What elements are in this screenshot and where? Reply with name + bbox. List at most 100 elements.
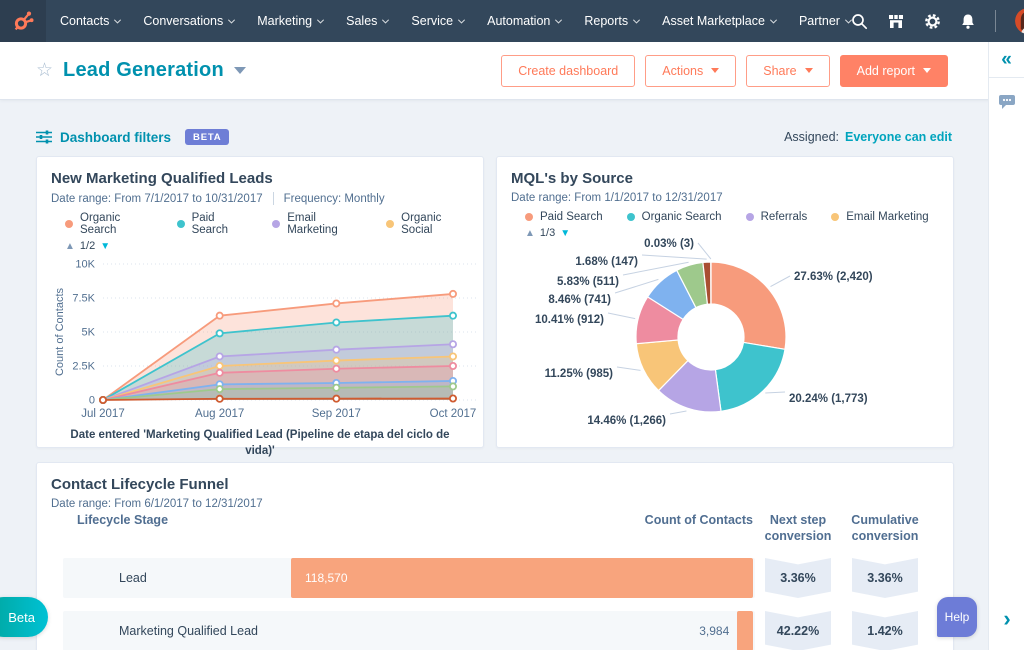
dashboard-filters-toggle[interactable]: Dashboard filters BETA — [36, 129, 230, 145]
column-header-count: Count of Contacts — [644, 513, 753, 527]
legend-item[interactable]: Organic Social — [386, 212, 469, 236]
caret-down-icon — [923, 68, 931, 73]
legend-dot-icon — [272, 220, 281, 228]
caret-down-icon — [711, 68, 720, 73]
nav-item-automation[interactable]: Automation — [487, 14, 563, 28]
slice-data-label: 20.24% (1,773) — [789, 393, 868, 405]
data-point-marker[interactable] — [215, 311, 224, 320]
nav-item-label: Contacts — [60, 14, 110, 28]
settings-gear-icon[interactable] — [924, 13, 941, 30]
data-point-marker[interactable] — [332, 364, 341, 373]
area-chart[interactable]: 0 2.5K 5K 7.5K 10K Jul 2017 Aug 2017 Sep 2017 Oc… — [51, 254, 479, 427]
label-leader-line — [616, 366, 641, 371]
favorite-star-icon[interactable]: ☆ — [36, 61, 53, 80]
funnel-bar[interactable] — [291, 558, 753, 598]
nav-item-sales[interactable]: Sales — [346, 14, 390, 28]
legend-page-indicator: 1/2 — [79, 240, 96, 252]
data-point-marker[interactable] — [215, 352, 224, 361]
data-point-marker[interactable] — [448, 289, 457, 298]
data-point-marker[interactable] — [215, 362, 224, 371]
legend-item[interactable]: Organic Search — [65, 212, 153, 236]
slice-data-label: 8.46% (741) — [548, 294, 611, 306]
next-chevron-icon[interactable]: › — [989, 606, 1024, 632]
legend-page-up-icon[interactable]: ▲ — [65, 241, 75, 252]
data-point-marker[interactable] — [332, 394, 341, 403]
data-point-marker[interactable] — [332, 345, 341, 354]
dashboard-filters-label: Dashboard filters — [60, 129, 172, 145]
data-point-marker[interactable] — [448, 362, 457, 371]
data-point-marker[interactable] — [332, 356, 341, 365]
date-range-label: Date range: From 6/1/2017 to 12/31/2017 — [51, 498, 263, 510]
data-point-marker[interactable] — [448, 382, 457, 391]
label-leader-line — [770, 275, 791, 288]
data-point-marker[interactable] — [215, 394, 224, 403]
caret-down-icon — [804, 68, 813, 73]
label-leader-line — [641, 254, 707, 260]
report-meta: Date range: From 6/1/2017 to 12/31/2017 — [51, 498, 939, 510]
add-report-button[interactable]: Add report — [839, 54, 948, 87]
data-point-marker[interactable] — [448, 352, 457, 361]
nav-item-asset-marketplace[interactable]: Asset Marketplace — [662, 14, 777, 28]
dashboard-switcher-caret-icon[interactable] — [233, 67, 246, 74]
nav-item-conversations[interactable]: Conversations — [143, 14, 236, 28]
funnel-bar[interactable] — [737, 611, 753, 650]
x-axis-title: Date entered 'Marketing Qualified Lead (… — [70, 429, 450, 457]
nav-item-service[interactable]: Service — [411, 14, 466, 28]
data-point-marker[interactable] — [332, 318, 341, 327]
next-step-conversion-chip: 3.36% — [765, 558, 831, 598]
nav-item-label: Reports — [584, 14, 629, 28]
legend-item[interactable]: Paid Search — [176, 212, 249, 236]
beta-pill-button[interactable]: Beta — [0, 597, 48, 637]
nav-item-reports[interactable]: Reports — [584, 14, 641, 28]
donut-chart[interactable]: 27.63% (2,420) 20.24% (1,773) 14.46% (1,26… — [497, 157, 955, 449]
nav-item-marketing[interactable]: Marketing — [257, 14, 325, 28]
data-point-marker[interactable] — [215, 329, 224, 338]
label-leader-line — [697, 242, 712, 260]
data-point-marker[interactable] — [448, 311, 457, 320]
slice-data-label: 10.41% (912) — [535, 314, 604, 326]
y-tick-label: 2.5K — [72, 361, 95, 373]
donut-slice[interactable] — [710, 261, 787, 351]
hubspot-logo[interactable] — [0, 0, 46, 42]
marketplace-icon[interactable] — [887, 13, 905, 30]
data-point-marker[interactable] — [448, 394, 457, 403]
chevron-down-icon — [555, 16, 563, 24]
legend-page-down-icon[interactable]: ▼ — [100, 241, 110, 252]
assigned-setting: Assigned: Everyone can edit — [784, 130, 952, 144]
assigned-value-link[interactable]: Everyone can edit — [845, 130, 952, 144]
help-button[interactable]: Help — [937, 597, 977, 637]
data-point-marker[interactable] — [99, 395, 108, 404]
share-button[interactable]: Share — [746, 54, 830, 87]
create-dashboard-button[interactable]: Create dashboard — [501, 54, 636, 87]
page-title: Lead Generation — [63, 59, 224, 81]
collapse-panel-icon[interactable]: « — [989, 42, 1024, 78]
slice-data-label: 27.63% (2,420) — [794, 271, 873, 283]
y-tick-label: 0 — [89, 395, 95, 407]
report-card-new-mqls: New Marketing Qualified Leads Date range… — [36, 156, 484, 457]
data-point-marker[interactable] — [448, 340, 457, 349]
beta-badge: BETA — [185, 129, 230, 145]
assigned-label: Assigned: — [784, 130, 839, 144]
data-point-marker[interactable] — [332, 299, 341, 308]
nav-item-partner[interactable]: Partner — [799, 14, 852, 28]
donut-slice[interactable] — [714, 341, 786, 413]
slice-data-label: 14.46% (1,266) — [587, 415, 666, 427]
user-avatar[interactable] — [1014, 8, 1024, 34]
actions-button[interactable]: Actions — [645, 54, 737, 87]
chart-legend: Organic Search Paid Search Email Marketing… — [65, 212, 469, 236]
data-point-marker[interactable] — [215, 368, 224, 377]
share-label: Share — [763, 63, 797, 78]
slice-data-label: 0.03% (3) — [644, 238, 694, 250]
chevron-down-icon — [114, 16, 122, 24]
report-title: Contact Lifecycle Funnel — [51, 476, 229, 493]
legend-pager: ▲ 1/2 ▼ — [65, 240, 469, 252]
create-dashboard-label: Create dashboard — [518, 63, 619, 78]
data-point-marker[interactable] — [332, 383, 341, 392]
legend-item[interactable]: Email Marketing — [272, 212, 362, 236]
notifications-bell-icon[interactable] — [960, 13, 976, 30]
chevron-down-icon — [228, 16, 236, 24]
data-point-marker[interactable] — [215, 385, 224, 394]
search-icon[interactable] — [851, 13, 868, 30]
nav-item-contacts[interactable]: Contacts — [60, 14, 122, 28]
comments-icon[interactable] — [989, 94, 1024, 110]
